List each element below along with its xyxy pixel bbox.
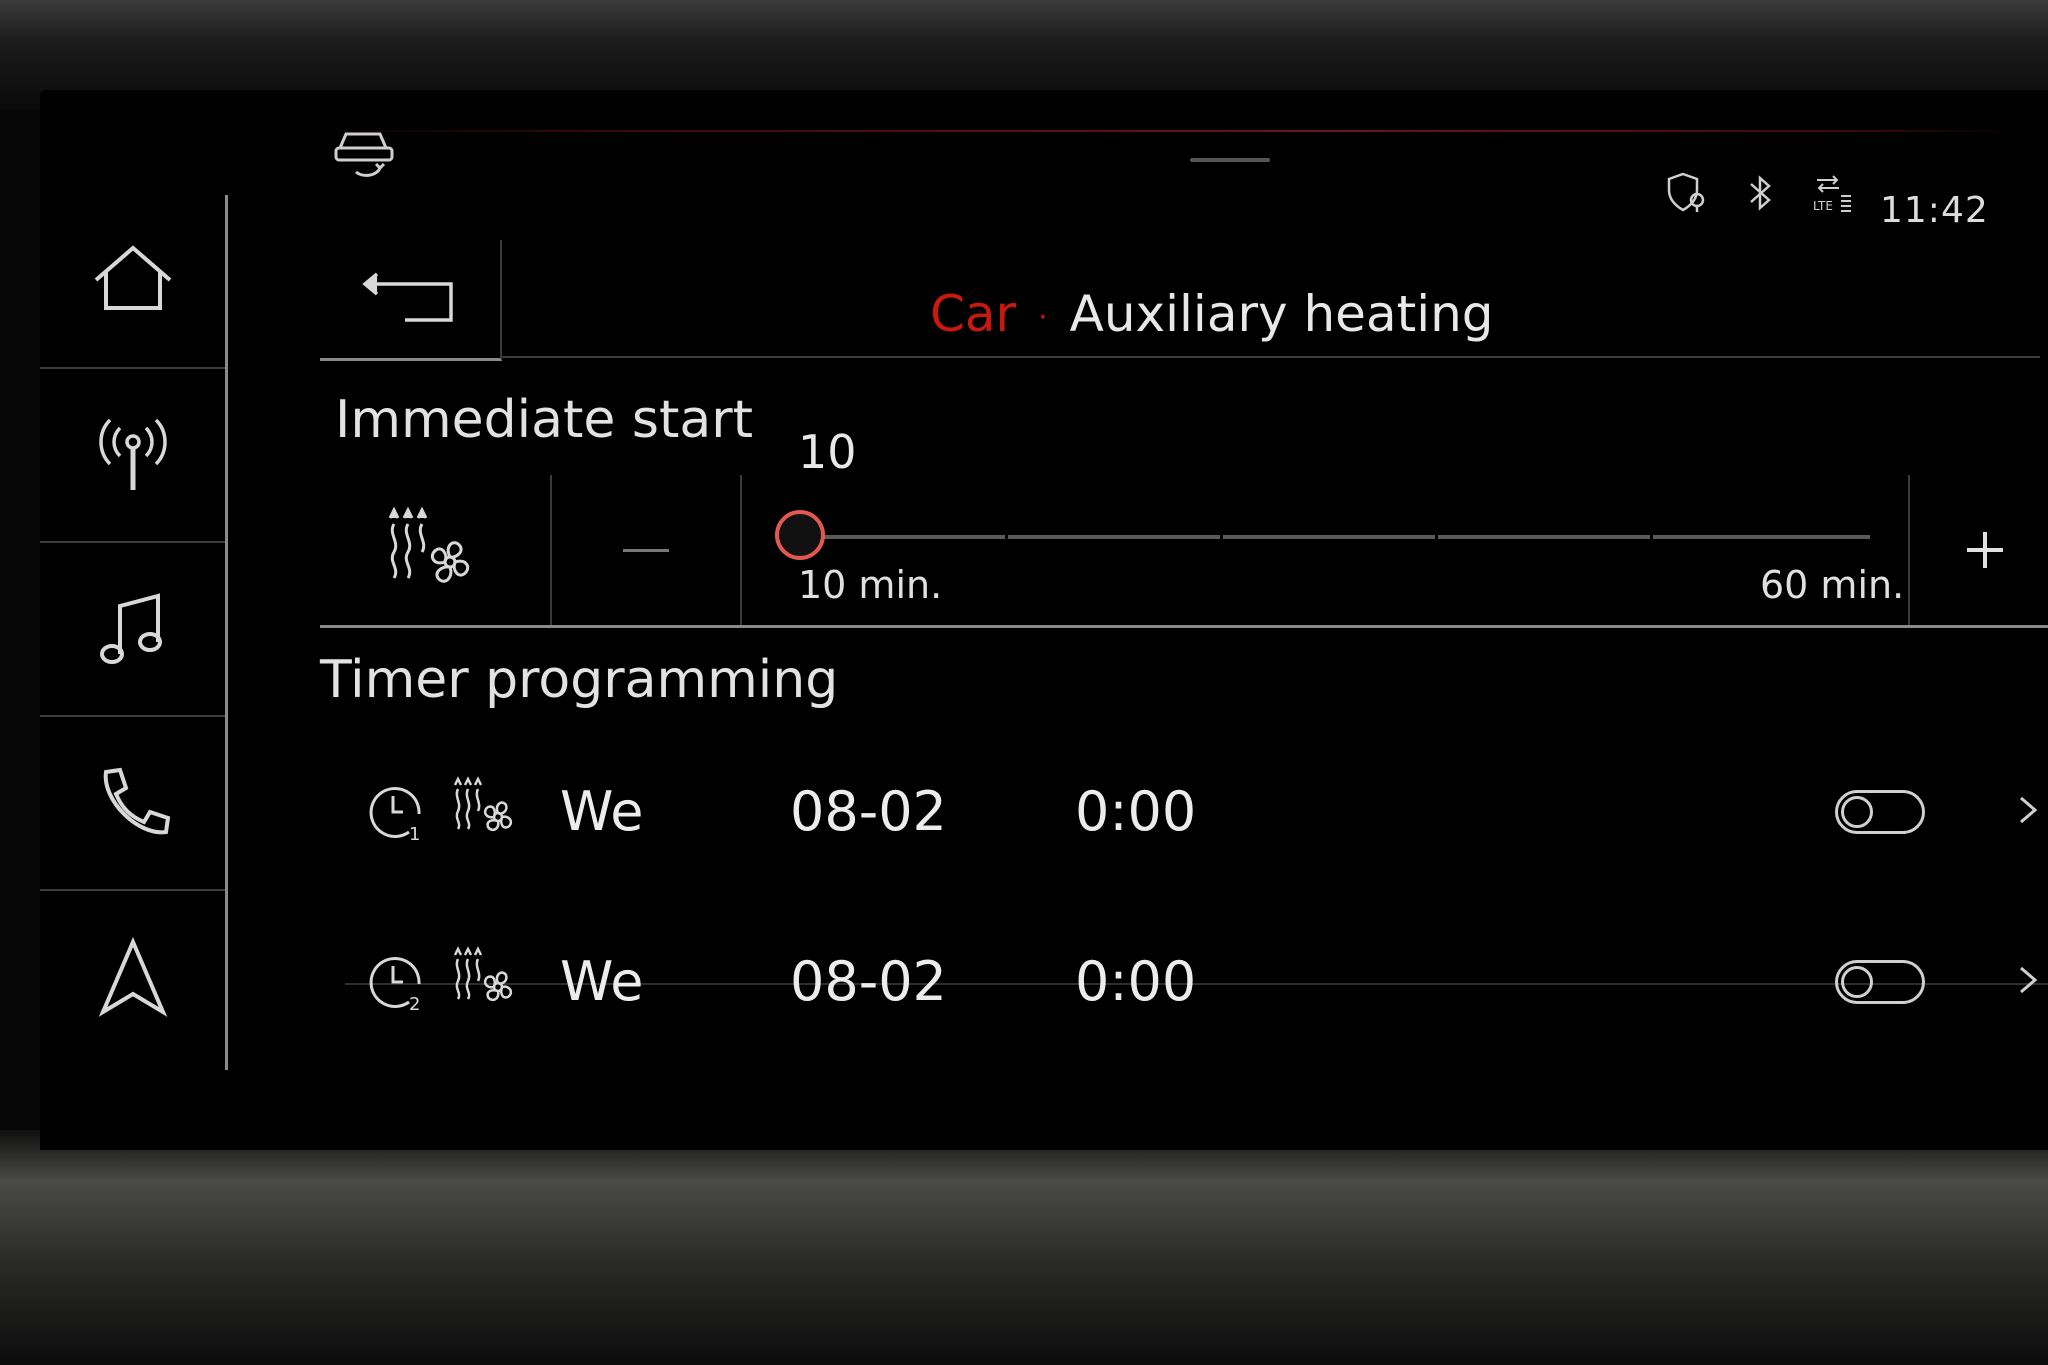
header-divider <box>500 356 2040 358</box>
phone-icon <box>103 767 170 835</box>
sidebar-item-phone[interactable] <box>40 717 225 891</box>
start-heater-button[interactable] <box>320 475 552 625</box>
infotainment-screen: LTE 11:42 Car · Auxiliary heating Immedi… <box>40 90 2048 1150</box>
navigation-arrow-icon <box>98 936 167 1017</box>
slider-tick <box>1005 533 1008 541</box>
timer-day: We <box>560 950 644 1013</box>
clock: 11:42 <box>1880 190 1989 231</box>
decrease-duration-button[interactable] <box>552 475 742 625</box>
status-bar: LTE <box>1665 170 1855 216</box>
slider-tick <box>1650 533 1653 541</box>
timer-clock-icon: 1 <box>369 787 421 842</box>
chevron-right-icon[interactable] <box>2015 960 2041 1000</box>
timer-programming-title: Timer programming <box>320 650 839 710</box>
immediate-start-panel: 10 10 min. 60 min. <box>320 425 2048 628</box>
timer-row-1[interactable]: 1 We 08-02 0:00 <box>345 735 2048 885</box>
toggle-knob <box>1841 966 1873 998</box>
home-icon <box>94 245 171 310</box>
svg-text:2: 2 <box>409 994 420 1012</box>
slider-tick <box>1435 533 1438 541</box>
timer-day: We <box>560 780 644 843</box>
timer-row-2[interactable]: 2 We 08-02 0:00 <box>345 905 2048 1055</box>
sidebar-item-media[interactable] <box>40 543 225 717</box>
radio-antenna-icon <box>98 418 167 490</box>
timer-toggle[interactable] <box>1835 960 1925 1004</box>
duration-slider-thumb[interactable] <box>775 510 825 560</box>
duration-min-label: 10 min. <box>798 563 943 607</box>
timer-date: 08-02 <box>790 780 947 843</box>
sidebar-item-home[interactable] <box>40 195 225 369</box>
car-sync-icon[interactable] <box>330 120 400 180</box>
sidebar-item-navigation[interactable] <box>40 891 225 1063</box>
breadcrumb-separator: · <box>1038 300 1048 335</box>
bluetooth-icon <box>1750 175 1771 211</box>
lte-signal-icon: LTE <box>1813 175 1851 213</box>
heater-fan-icon <box>453 776 513 832</box>
sidebar <box>40 195 228 1070</box>
page-title: Auxiliary heating <box>1069 285 1494 343</box>
shield-location-icon <box>1667 172 1705 212</box>
timer-date: 08-02 <box>790 950 947 1013</box>
svg-text:LTE: LTE <box>1813 199 1833 213</box>
duration-value: 10 <box>798 425 857 479</box>
bezel-bottom <box>0 1130 2048 1365</box>
plus-icon <box>1967 532 2003 568</box>
back-button[interactable] <box>320 240 502 361</box>
heater-fan-icon <box>388 506 470 583</box>
timer-clock-icon: 2 <box>369 957 421 1012</box>
duration-max-label: 60 min. <box>1760 563 1905 607</box>
duration-slider-track[interactable] <box>790 533 1870 541</box>
pulldown-handle[interactable] <box>1190 158 1270 162</box>
timer-time: 0:00 <box>1075 950 1197 1013</box>
breadcrumb: Car · Auxiliary heating <box>930 285 1494 343</box>
heater-fan-icon <box>453 946 513 1002</box>
minus-icon <box>623 548 669 552</box>
ambient-red-line <box>300 130 2020 132</box>
breadcrumb-parent[interactable]: Car <box>930 285 1016 343</box>
sidebar-item-radio[interactable] <box>40 369 225 543</box>
increase-duration-button[interactable] <box>1908 475 2048 625</box>
slider-tick <box>1220 533 1223 541</box>
timer-time: 0:00 <box>1075 780 1197 843</box>
toggle-knob <box>1841 796 1873 828</box>
timer-toggle[interactable] <box>1835 790 1925 834</box>
back-arrow-icon <box>362 272 453 322</box>
chevron-right-icon[interactable] <box>2015 790 2041 830</box>
music-note-icon <box>99 593 162 664</box>
svg-text:1: 1 <box>409 824 420 842</box>
immediate-start-title: Immediate start <box>335 390 753 450</box>
